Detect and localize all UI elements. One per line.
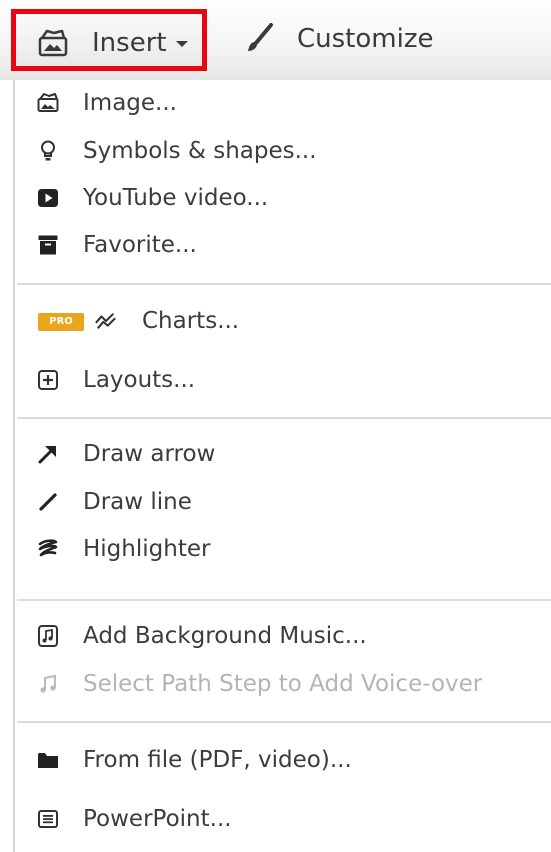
chart-line-icon (95, 310, 117, 332)
menu-item-select-path-step-voice-over: Select Path Step to Add Voice-over (15, 663, 551, 707)
list-box-icon (37, 808, 59, 830)
insert-menu: Image... Symbols & shapes... YouTube vid… (13, 80, 551, 852)
arrow-icon (37, 443, 59, 465)
brush-icon (244, 23, 274, 55)
toolbar: Insert Customize (0, 0, 551, 80)
chevron-down-icon (176, 41, 188, 47)
menu-item-label: Select Path Step to Add Voice-over (83, 671, 483, 697)
menu-item-add-background-music[interactable]: Add Background Music... (15, 615, 551, 659)
menu-item-label: YouTube video... (83, 185, 269, 211)
customize-label: Customize (297, 24, 434, 54)
menu-item-draw-arrow[interactable]: Draw arrow (15, 433, 551, 477)
menu-divider (17, 417, 551, 419)
music-file-icon (37, 625, 59, 647)
music-note-icon (37, 673, 59, 695)
menu-item-draw-line[interactable]: Draw line (15, 481, 551, 525)
menu-divider (17, 283, 551, 285)
menu-item-label: Add Background Music... (83, 623, 367, 649)
insert-dropdown-button[interactable]: Insert (11, 9, 207, 71)
customize-button[interactable]: Customize (236, 18, 436, 62)
menu-divider (17, 599, 551, 601)
lightbulb-icon (37, 140, 59, 162)
menu-divider (17, 721, 551, 723)
menu-item-label: From file (PDF, video)... (83, 747, 352, 773)
image-icon (37, 92, 59, 114)
menu-item-youtube-video[interactable]: YouTube video... (15, 177, 551, 221)
menu-item-label: Draw line (83, 489, 192, 515)
menu-item-label: PowerPoint... (83, 806, 232, 832)
menu-item-label: Favorite... (83, 232, 197, 258)
archive-box-icon (37, 234, 59, 256)
menu-item-symbols-shapes[interactable]: Symbols & shapes... (15, 130, 551, 174)
menu-item-powerpoint[interactable]: PowerPoint... (15, 798, 551, 842)
menu-item-label: Symbols & shapes... (83, 138, 317, 164)
line-icon (37, 491, 59, 513)
insert-image-icon (38, 29, 68, 57)
pro-badge: PRO (38, 313, 84, 331)
menu-item-charts[interactable]: PRO Charts... (15, 300, 551, 344)
menu-item-from-file[interactable]: From file (PDF, video)... (15, 739, 551, 783)
insert-label: Insert (92, 28, 167, 58)
menu-item-label: Highlighter (83, 536, 211, 562)
youtube-icon (37, 187, 59, 209)
menu-item-label: Draw arrow (83, 441, 216, 467)
menu-item-layouts[interactable]: Layouts... (15, 359, 551, 403)
menu-item-label: Charts... (142, 308, 240, 334)
menu-item-favorite[interactable]: Favorite... (15, 224, 551, 268)
plus-square-icon (37, 369, 59, 391)
menu-item-image[interactable]: Image... (15, 82, 551, 126)
menu-item-label: Image... (83, 90, 177, 116)
insert-menu-screen: Insert Customize Image... Symbols & shap… (0, 0, 551, 852)
menu-item-highlighter[interactable]: Highlighter (15, 528, 551, 572)
menu-item-label: Layouts... (83, 367, 196, 393)
highlighter-icon (37, 538, 59, 560)
folder-icon (37, 749, 59, 771)
